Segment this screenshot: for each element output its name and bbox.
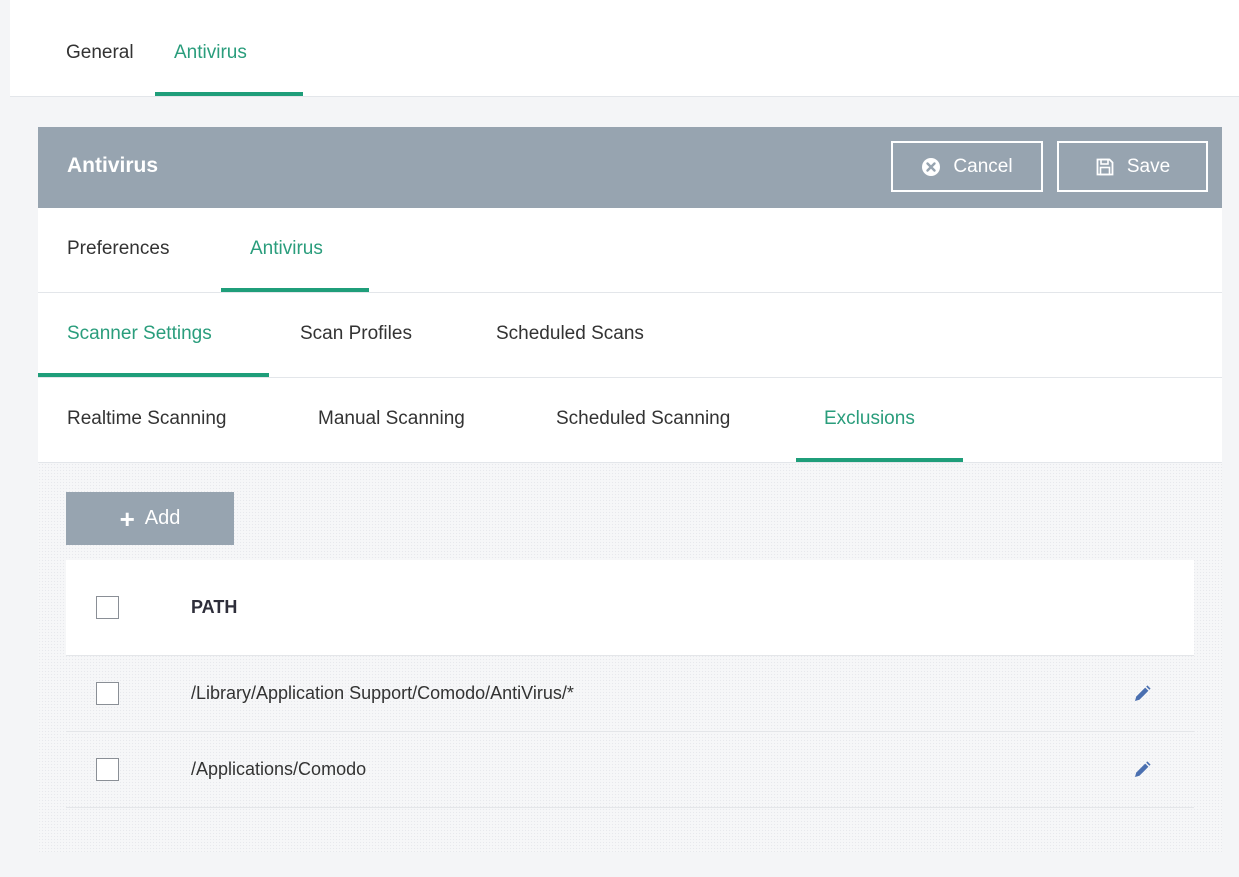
pencil-icon[interactable] xyxy=(1132,684,1152,704)
x-circle-icon xyxy=(922,157,941,176)
row-checkbox[interactable] xyxy=(96,682,119,705)
exclusions-content: + Add PATH /Library/Application Support/… xyxy=(38,463,1222,852)
table-header: PATH xyxy=(66,560,1194,656)
path-cell: /Library/Application Support/Comodo/Anti… xyxy=(191,683,574,703)
top-tab-bar: General Antivirus xyxy=(10,0,1239,97)
scanner-tab-bar: Scanner Settings Scan Profiles Scheduled… xyxy=(38,293,1222,378)
tab-manual-scanning[interactable]: Manual Scanning xyxy=(318,408,465,430)
active-tab-indicator xyxy=(221,288,369,292)
row-checkbox[interactable] xyxy=(96,758,119,781)
save-label: Save xyxy=(1126,155,1171,177)
cancel-label: Cancel xyxy=(953,155,1013,177)
table-row: /Applications/Comodo xyxy=(66,732,1194,808)
plus-icon: + xyxy=(119,503,135,534)
table-row: /Library/Application Support/Comodo/Anti… xyxy=(66,656,1194,732)
scanning-tab-bar: Realtime Scanning Manual Scanning Schedu… xyxy=(38,378,1222,463)
tab-scanner-settings[interactable]: Scanner Settings xyxy=(67,323,212,345)
save-button[interactable]: Save xyxy=(1057,141,1208,192)
path-column-header: PATH xyxy=(191,597,238,617)
tab-preferences[interactable]: Preferences xyxy=(67,238,169,260)
tab-scheduled-scans[interactable]: Scheduled Scans xyxy=(496,323,644,345)
add-button[interactable]: + Add xyxy=(66,492,234,545)
antivirus-panel: Antivirus Cancel Save Preferences Antivi… xyxy=(38,127,1222,852)
active-tab-indicator xyxy=(796,458,963,462)
floppy-disk-icon xyxy=(1096,158,1114,175)
add-label: Add xyxy=(144,507,181,529)
panel-title: Antivirus xyxy=(67,154,159,177)
exclusions-table: PATH /Library/Application Support/Comodo… xyxy=(66,560,1194,808)
tab-realtime-scanning[interactable]: Realtime Scanning xyxy=(67,408,226,430)
cancel-button[interactable]: Cancel xyxy=(891,141,1043,192)
pencil-icon[interactable] xyxy=(1132,760,1152,780)
active-tab-indicator xyxy=(38,373,269,377)
tab-scheduled-scanning[interactable]: Scheduled Scanning xyxy=(556,408,730,430)
tab-antivirus-settings[interactable]: Antivirus xyxy=(250,238,323,260)
tab-general[interactable]: General xyxy=(66,42,134,64)
select-all-checkbox[interactable] xyxy=(96,596,119,619)
active-tab-indicator xyxy=(155,92,303,96)
tab-exclusions[interactable]: Exclusions xyxy=(824,408,915,430)
preferences-tab-bar: Preferences Antivirus xyxy=(38,208,1222,293)
path-cell: /Applications/Comodo xyxy=(191,759,367,779)
tab-scan-profiles[interactable]: Scan Profiles xyxy=(300,323,412,345)
panel-header: Antivirus Cancel Save xyxy=(38,127,1222,208)
tab-antivirus[interactable]: Antivirus xyxy=(174,42,247,64)
